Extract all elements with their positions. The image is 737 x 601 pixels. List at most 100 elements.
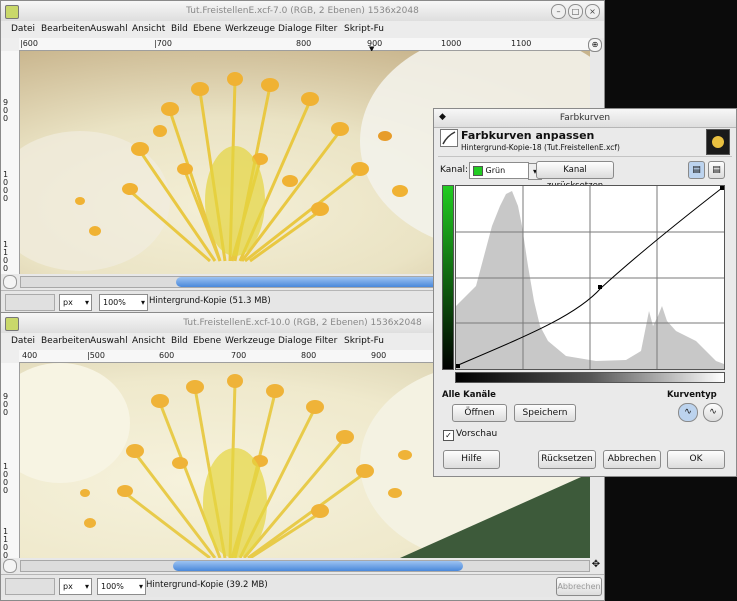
horizontal-scrollbar[interactable] (20, 560, 590, 572)
vertical-ruler: 900 1000 1100 (1, 363, 20, 560)
menu-datei[interactable]: Datei (11, 24, 35, 34)
ok-button[interactable]: OK (667, 450, 725, 469)
menu-werkzeuge[interactable]: Werkzeuge (225, 24, 275, 34)
zoom-value: 100% (101, 582, 124, 591)
cancel-operation-button[interactable]: Abbrechen (556, 577, 602, 596)
curve-type-label: Kurventyp (667, 390, 717, 400)
layer-info: Hintergrund-Kopie (39.2 MB) (146, 580, 268, 590)
ruler-label: 600 (159, 351, 175, 360)
menu-ansicht[interactable]: Ansicht (132, 24, 165, 34)
curves-plot (455, 186, 724, 369)
ruler-label: 900 (3, 392, 9, 417)
ruler-corner[interactable] (1, 38, 20, 52)
menu-auswahl[interactable]: Auswahl (90, 24, 128, 34)
maximize-icon[interactable]: □ (568, 4, 583, 19)
pointer-coords (5, 578, 55, 595)
channel-label: Kanal: (440, 165, 469, 175)
menu-auswahl[interactable]: Auswahl (90, 336, 128, 346)
ruler-label: 900 (371, 351, 387, 360)
freehand-curve-icon[interactable]: ∿ (703, 403, 723, 422)
ruler-corner[interactable] (1, 350, 20, 364)
open-button[interactable]: Öffnen (452, 404, 507, 422)
menu-werkzeuge[interactable]: Werkzeuge (225, 336, 275, 346)
menu-dialoge[interactable]: Dialoge (278, 24, 312, 34)
unit-select[interactable]: px ▾ (59, 294, 92, 311)
menu-ebene[interactable]: Ebene (193, 336, 221, 346)
help-button[interactable]: Hilfe (443, 450, 500, 469)
ruler-label: 1000 (3, 170, 9, 203)
menu-bild[interactable]: Bild (171, 336, 188, 346)
menu-bild[interactable]: Bild (171, 24, 188, 34)
ruler-label: 700 (231, 351, 247, 360)
chevron-down-icon: ▾ (84, 582, 89, 591)
minimize-icon[interactable]: – (551, 4, 566, 19)
all-channels-label: Alle Kanäle (442, 390, 496, 400)
menu-filter[interactable]: Filter (315, 336, 337, 346)
vertical-ruler: 900 1000 1100 (1, 51, 20, 274)
output-gradient-bar (442, 185, 454, 370)
curves-tool-icon (440, 129, 458, 147)
zoom-select[interactable]: 100% ▾ (97, 578, 146, 595)
navigate-corner-icon[interactable] (3, 559, 17, 573)
ruler-label: 1000 (3, 462, 9, 495)
ruler-label: 800 (296, 39, 312, 48)
smooth-curve-icon[interactable]: ∿ (678, 403, 698, 422)
linear-histogram-icon[interactable]: ▤ (688, 161, 705, 179)
menubar: Datei Bearbeiten Auswahl Ansicht Bild Eb… (1, 21, 604, 38)
ruler-label: 800 (301, 351, 317, 360)
input-gradient-bar (455, 372, 725, 383)
ruler-label: |600 (20, 39, 38, 48)
scrollbar-thumb[interactable] (173, 561, 463, 571)
ruler-label: 1100 (3, 527, 9, 560)
menu-ebene[interactable]: Ebene (193, 24, 221, 34)
horizontal-ruler: |600 |700 800 900 1000 1100 ▼ (19, 38, 590, 53)
layer-info: Hintergrund-Kopie (51.3 MB) (149, 296, 271, 306)
save-button[interactable]: Speichern (514, 404, 576, 422)
ruler-label: 1000 (441, 39, 462, 48)
channel-value: Grün (485, 166, 506, 175)
menu-skript-fu[interactable]: Skript-Fu (344, 336, 384, 346)
menu-skript-fu[interactable]: Skript-Fu (344, 24, 384, 34)
cancel-button[interactable]: Abbrechen (603, 450, 661, 469)
status-bar: px ▾ 100% ▾ Hintergrund-Kopie (39.2 MB) Ab… (1, 574, 604, 597)
dialog-titlebar[interactable]: ◆ Farbkurven (434, 109, 736, 128)
menu-datei[interactable]: Datei (11, 336, 35, 346)
navigate-icon[interactable]: ✥ (590, 559, 602, 571)
preview-label: Vorschau (456, 429, 498, 439)
titlebar[interactable]: Tut.FreistellenE.xcf-7.0 (RGB, 2 Ebenen)… (1, 1, 604, 22)
curves-dialog: ◆ Farbkurven Farbkurven anpassen Hinterg… (433, 108, 737, 477)
ruler-label: 400 (22, 351, 38, 360)
channel-select[interactable]: Grün ▾ (469, 162, 542, 180)
curve-control-point[interactable] (598, 285, 602, 289)
unit-select[interactable]: px ▾ (59, 578, 92, 595)
separator (438, 156, 732, 157)
ruler-label: 1100 (511, 39, 532, 48)
dialog-heading: Farbkurven anpassen (461, 129, 595, 142)
dialog-subheading: Hintergrund-Kopie-18 (Tut.FreistellenE.x… (461, 143, 620, 152)
menu-bearbeiten[interactable]: Bearbeiten (41, 24, 90, 34)
unit-value: px (63, 298, 73, 307)
chevron-down-icon: ▾ (140, 298, 145, 307)
preview-checkbox[interactable]: ✓ (443, 430, 454, 441)
dialog-title: Farbkurven (559, 113, 611, 123)
menu-dialoge[interactable]: Dialoge (278, 336, 312, 346)
layer-thumbnail (706, 129, 730, 155)
log-histogram-icon[interactable]: ▤ (708, 161, 725, 179)
ruler-label: 1100 (3, 240, 9, 273)
zoom-value: 100% (103, 298, 126, 307)
ruler-label: 900 (3, 98, 9, 123)
menu-ansicht[interactable]: Ansicht (132, 336, 165, 346)
chevron-down-icon: ▾ (138, 582, 143, 591)
ruler-label: |700 (154, 39, 172, 48)
scrollbar-thumb[interactable] (176, 277, 456, 287)
menu-bearbeiten[interactable]: Bearbeiten (41, 336, 90, 346)
close-icon[interactable]: × (585, 4, 600, 19)
curves-graph[interactable] (455, 185, 725, 370)
reset-channel-button[interactable]: Kanal zurücksetzen (536, 161, 614, 191)
reset-button[interactable]: Rücksetzen (538, 450, 596, 469)
zoom-select[interactable]: 100% ▾ (99, 294, 148, 311)
menu-filter[interactable]: Filter (315, 24, 337, 34)
navigate-icon[interactable]: ⊕ (588, 38, 602, 52)
unit-value: px (63, 582, 73, 591)
navigate-corner-icon[interactable] (3, 275, 17, 289)
